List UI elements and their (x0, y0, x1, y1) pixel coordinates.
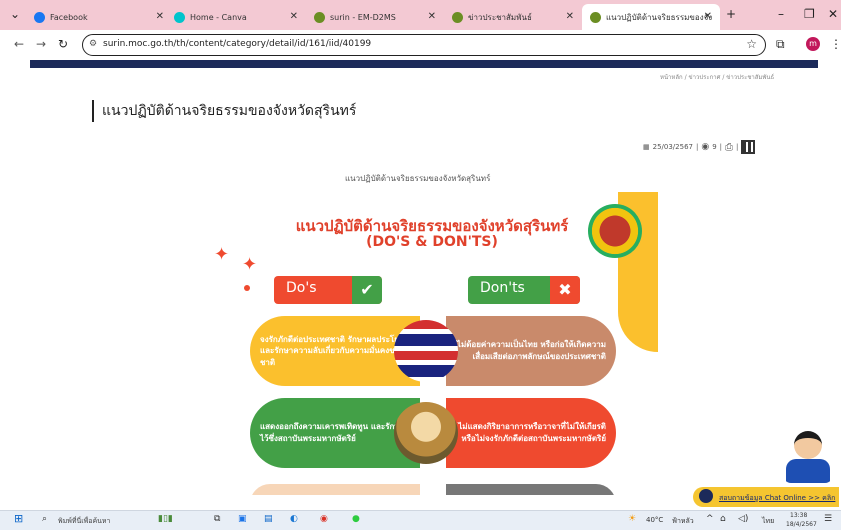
dos-label: Do's (286, 280, 317, 296)
close-tab-icon[interactable]: ✕ (566, 11, 574, 22)
line-icon[interactable]: ● (352, 514, 360, 524)
tab-em-d2ms[interactable]: surin - EM-D2MS ✕ (306, 4, 444, 30)
site-icon (590, 11, 601, 23)
weather-text: ฟ้าหลัว (672, 517, 694, 525)
store-icon[interactable]: ▤ (264, 514, 273, 524)
clock-date[interactable]: 18/4/2567 (786, 521, 817, 528)
chrome-icon[interactable]: ◉ (320, 514, 328, 524)
eye-icon: ◉ (701, 142, 710, 152)
close-tab-icon[interactable]: ✕ (290, 11, 298, 22)
search-icon[interactable]: ⌕ (42, 514, 47, 524)
windows-taskbar: ⊞ ⌕ พิมพ์ที่นี่เพื่อค้นหา ▮▯▮ ⧉ ▣ ▤ ◐ ◉ … (0, 510, 841, 530)
notification-icon[interactable]: ☰ (824, 514, 832, 524)
windows-start-icon[interactable]: ⊞ (14, 512, 23, 525)
image-caption: แนวปฏิบัติด้านจริยธรรมของจังหวัดสุรินทร์ (345, 174, 491, 183)
donts-label: Don'ts (480, 280, 525, 296)
temperature: 40°C (646, 516, 664, 524)
tab-search-icon[interactable]: ⌄ (10, 7, 20, 21)
dot-decoration (244, 285, 250, 291)
dos-header: Do's ✔ (274, 276, 382, 304)
dont-item-3-partial (446, 484, 616, 495)
chat-online-link[interactable]: สอบถามข้อมูล Chat Online >> คลิก (693, 487, 839, 507)
poster-row-2: แสดงออกถึงความเคารพเทิดทูน และรักษาไว้ซึ… (206, 398, 658, 468)
site-icon (452, 11, 463, 23)
bookmark-star-icon[interactable]: ☆ (746, 37, 757, 51)
ethics-poster: แนวปฏิบัติด้านจริยธรรมของจังหวัดสุรินทร์… (206, 192, 658, 495)
thai-flag-image (394, 320, 458, 382)
forward-icon[interactable]: → (36, 37, 46, 51)
menu-icon[interactable]: ⋮ (830, 37, 841, 51)
reload-icon[interactable]: ↻ (58, 37, 68, 51)
facebook-icon (34, 11, 45, 23)
close-tab-icon[interactable]: ✕ (428, 11, 436, 22)
weather-icon: ☀ (628, 514, 637, 524)
site-header-banner (30, 60, 818, 68)
poster-subtitle: (DO'S & DON'TS) (366, 234, 498, 250)
dont-item-1: ไม่ด้อยค่าความเป็นไทย หรือก่อให้เกิดความ… (446, 316, 616, 386)
tab-title: Home - Canva (190, 12, 247, 22)
language-indicator[interactable]: ไทย (762, 516, 774, 527)
publish-date: 25/03/2567 (652, 143, 693, 151)
tab-title: ข่าวประชาสัมพันธ์ (468, 12, 532, 22)
site-icon (314, 11, 325, 23)
maximize-icon[interactable]: ❐ (804, 7, 815, 21)
poster-row-1: จงรักภักดีต่อประเทศชาติ รักษาผลประโยชน์ … (206, 316, 658, 386)
sparkle-icon: ✦ (242, 254, 258, 275)
do-item-3-partial (250, 484, 420, 495)
cross-icon: ✖ (550, 276, 580, 304)
canva-icon (174, 11, 185, 23)
back-icon[interactable]: ← (14, 37, 24, 51)
tab-title: Facebook (50, 12, 88, 22)
clock-time[interactable]: 13:38 (790, 512, 807, 519)
minimize-icon[interactable]: – (778, 7, 784, 21)
calendar-icon: ▦ (643, 143, 650, 151)
task-view-icon[interactable]: ⧉ (214, 514, 220, 524)
tab-news[interactable]: ข่าวประชาสัมพันธ์ ✕ (444, 4, 582, 30)
sparkle-icon: ✦ (214, 244, 230, 265)
tab-title: แนวปฏิบัติด้านจริยธรรมของจังหวัดสุ (606, 12, 712, 22)
print-icon[interactable]: ⎙ (725, 142, 733, 153)
address-bar-row: ← → ↻ ⚙ surin.moc.go.th/th/content/categ… (0, 30, 841, 60)
qr-code-icon[interactable] (741, 140, 756, 154)
close-window-icon[interactable]: ✕ (828, 7, 838, 21)
url-field[interactable]: ⚙ surin.moc.go.th/th/content/category/de… (82, 34, 766, 56)
site-info-icon[interactable]: ⚙ (89, 39, 97, 49)
profile-avatar[interactable]: m (806, 37, 820, 51)
edge-icon[interactable]: ◐ (290, 514, 298, 524)
browser-tab-bar: ⌄ Facebook ✕ Home - Canva ✕ surin - EM-D… (0, 0, 841, 30)
tab-title: surin - EM-D2MS (330, 12, 396, 22)
people-photo (394, 402, 458, 464)
article-meta: ▦ 25/03/2567 | ◉ 9 | ⎙ | (643, 140, 756, 154)
extensions-icon[interactable]: ⧉ (776, 37, 785, 52)
check-icon: ✔ (352, 276, 382, 304)
new-tab-button[interactable]: + (726, 7, 736, 21)
close-tab-icon[interactable]: ✕ (156, 11, 164, 22)
page-title: แนวปฏิบัติด้านจริยธรรมของจังหวัดสุรินทร์ (92, 100, 356, 122)
network-icon[interactable]: ⌂ (720, 514, 726, 524)
widgets-image[interactable]: ▮▯▮ (158, 514, 173, 524)
donts-header: Don'ts ✖ (468, 276, 580, 304)
url-text: surin.moc.go.th/th/content/category/deta… (103, 39, 372, 49)
view-count: 9 (712, 143, 717, 151)
tab-canva[interactable]: Home - Canva ✕ (166, 4, 306, 30)
chat-avatar[interactable] (783, 427, 833, 483)
tray-chevron-icon[interactable]: ^ (706, 514, 714, 524)
taskbar-search[interactable]: พิมพ์ที่นี่เพื่อค้นหา (58, 516, 110, 527)
speaker-icon[interactable]: ◁) (738, 514, 748, 524)
dont-item-2: ไม่แสดงกิริยาอาการหรือวาจาที่ไม่ให้เกียร… (446, 398, 616, 468)
tab-facebook[interactable]: Facebook ✕ (26, 4, 172, 30)
file-explorer-icon[interactable]: ▣ (238, 514, 247, 524)
chat-icon (699, 489, 713, 503)
tab-ethics-active[interactable]: แนวปฏิบัติด้านจริยธรรมของจังหวัดสุ ✕ (582, 4, 720, 30)
breadcrumb[interactable]: หน้าหลัก / ข่าวประกาศ / ข่าวประชาสัมพันธ… (660, 72, 774, 82)
close-tab-icon[interactable]: ✕ (704, 11, 712, 22)
